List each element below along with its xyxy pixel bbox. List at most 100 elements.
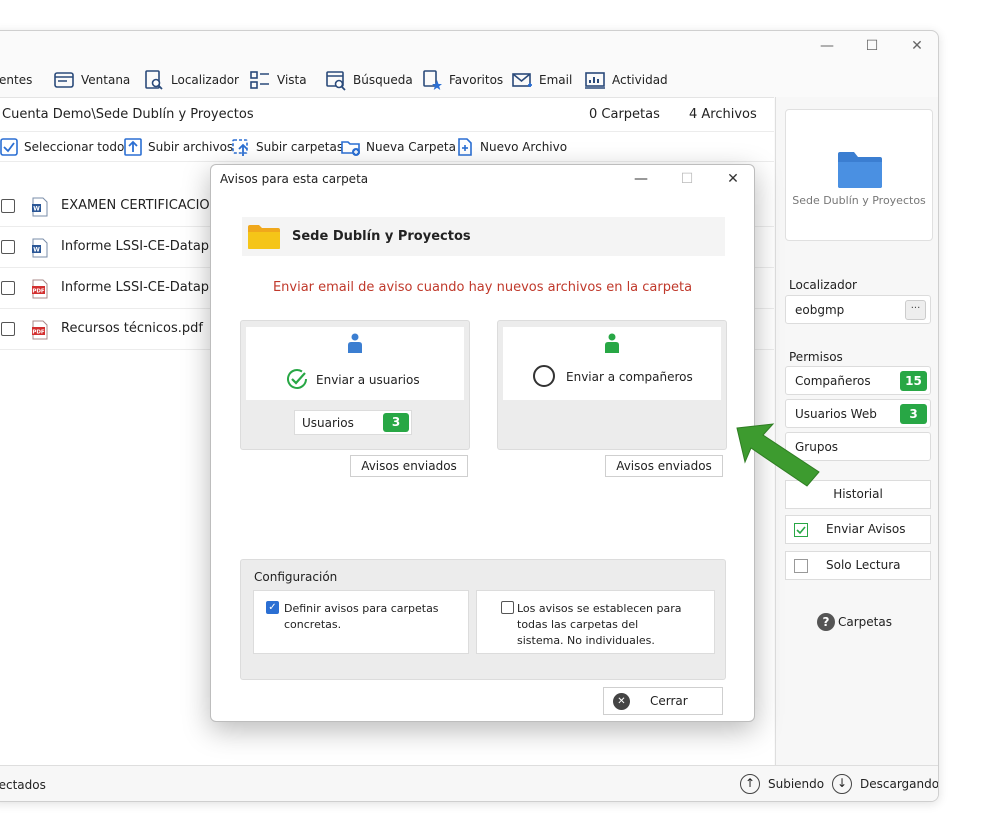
file-count: 4 Archivos [689, 107, 757, 122]
user-icon [605, 333, 619, 353]
partners-option[interactable]: Enviar a compañeros [503, 327, 721, 400]
menu-label: Ventana [81, 73, 131, 87]
folder-icon [248, 225, 280, 249]
config-all-label: Los avisos se establecen para todas las … [517, 602, 682, 647]
view-icon [250, 71, 269, 89]
checked-checkbox-icon[interactable]: ✓ [266, 601, 279, 614]
pdf-file-icon: PDF [32, 320, 48, 340]
upload-folders-icon [232, 139, 248, 156]
config-title: Configuración [254, 570, 338, 584]
upload-files-button[interactable]: Subir archivos [123, 136, 233, 158]
menu-label: Email [539, 73, 573, 87]
word-file-icon: W [32, 197, 48, 217]
usuarios-web-count-badge: 3 [900, 404, 927, 424]
downloading-label: Descargando [860, 777, 939, 791]
unchecked-checkbox-icon[interactable] [501, 601, 514, 614]
folder-header: Sede Dublín y Proyectos [242, 217, 725, 256]
dialog-minimize-button[interactable]: — [627, 168, 655, 190]
close-circle-icon: ✕ [613, 693, 630, 710]
locator-more-button[interactable]: ··· [905, 300, 926, 320]
upload-files-icon [124, 138, 142, 156]
permisos-label: Permisos [789, 350, 843, 364]
user-icon [348, 333, 362, 353]
users-field[interactable]: Usuarios 3 [294, 410, 412, 435]
word-file-icon: W [32, 238, 48, 258]
uploading-status[interactable]: ↑ Subiendo [740, 774, 824, 794]
partners-option-panel: Enviar a compañeros [497, 320, 727, 450]
folder-count: 0 Carpetas [589, 107, 660, 122]
solo-lectura-toggle[interactable]: Solo Lectura [785, 551, 931, 580]
select-all-icon [0, 138, 18, 156]
dialog-title: Avisos para esta carpeta [220, 172, 369, 186]
folder-icon [838, 152, 882, 188]
folder-path: Cuenta Demo\Sede Dublín y Proyectos [2, 107, 254, 122]
enviar-avisos-toggle[interactable]: Enviar Avisos [785, 515, 931, 544]
action-label: Subir archivos [148, 140, 234, 154]
usuarios-web-label: Usuarios Web [795, 407, 877, 421]
file-checkbox[interactable] [1, 322, 15, 336]
solo-lectura-label: Solo Lectura [826, 558, 901, 572]
users-option[interactable]: Enviar a usuarios [246, 327, 464, 400]
connected-status: nectados [0, 778, 46, 792]
menu-ventana[interactable]: Ventana [53, 68, 130, 92]
action-label: Nuevo Archivo [480, 140, 568, 154]
svg-text:PDF: PDF [32, 289, 45, 295]
companeros-item[interactable]: Compañeros 15 [785, 366, 931, 395]
menu-localizador[interactable]: Localizador [143, 68, 239, 92]
upload-folders-button[interactable]: Subir carpetas [231, 136, 343, 158]
menu-vista[interactable]: Vista [249, 68, 307, 92]
menu-favoritos[interactable]: Favoritos [421, 68, 503, 92]
config-all-folders[interactable]: Los avisos se establecen para todas las … [476, 590, 715, 654]
menu-email[interactable]: Email [511, 68, 572, 92]
downloading-status[interactable]: ↓ Descargando [832, 774, 939, 794]
help-carpetas-link[interactable]: ? Carpetas [817, 613, 892, 631]
file-name: EXAMEN CERTIFICACIONE [61, 198, 228, 213]
config-panel: Configuración ✓ Definir avisos para carp… [240, 559, 726, 680]
file-checkbox[interactable] [1, 240, 15, 254]
new-file-button[interactable]: Nuevo Archivo [455, 136, 567, 158]
menu-actividad[interactable]: Actividad [584, 68, 668, 92]
close-button[interactable]: ✕ [902, 35, 932, 57]
window-icon [54, 72, 74, 88]
companeros-label: Compañeros [795, 374, 871, 388]
minimize-button[interactable]: — [812, 35, 842, 57]
partners-option-label: Enviar a compañeros [566, 370, 693, 384]
svg-text:W: W [33, 206, 40, 213]
arrow-up-icon: ↑ [740, 774, 760, 794]
file-name: Recursos técnicos.pdf [61, 321, 203, 336]
new-folder-button[interactable]: Nueva Carpeta [341, 136, 456, 158]
file-name: Informe LSSI-CE-Dataprius [61, 239, 234, 254]
config-specific-folders[interactable]: ✓ Definir avisos para carpetas concretas… [253, 590, 469, 654]
notifications-dialog: Avisos para esta carpeta — ☐ ✕ Sede Dubl… [210, 164, 755, 722]
status-bar: nectados ↑ Subiendo ↓ Descargando [0, 765, 939, 801]
svg-text:PDF: PDF [32, 330, 45, 336]
menu-clientes[interactable]: entes [0, 68, 32, 92]
file-checkbox[interactable] [1, 281, 15, 295]
menu-label: Actividad [612, 73, 668, 87]
path-row: Cuenta Demo\Sede Dublín y Proyectos 0 Ca… [0, 98, 774, 132]
dialog-cerrar-button[interactable]: ✕ Cerrar [603, 687, 723, 715]
menu-label: Favoritos [449, 73, 504, 87]
cerrar-label: Cerrar [650, 694, 688, 708]
select-all-button[interactable]: Seleccionar todo [0, 136, 124, 158]
file-checkbox[interactable] [1, 199, 15, 213]
locator-icon [145, 70, 163, 90]
unchecked-checkbox-icon [794, 559, 808, 573]
new-file-icon [458, 138, 472, 156]
maximize-button[interactable]: ☐ [857, 35, 887, 57]
checked-checkbox-icon [794, 523, 808, 537]
action-label: Nueva Carpeta [366, 140, 456, 154]
menu-label: Vista [277, 73, 307, 87]
menu-label: entes [0, 73, 33, 87]
locator-label: Localizador [789, 278, 857, 292]
menu-busqueda[interactable]: Búsqueda [325, 68, 413, 92]
sent-notices-users-button[interactable]: Avisos enviados [350, 455, 468, 477]
search-icon [326, 71, 346, 91]
users-count-badge: 3 [383, 413, 409, 432]
users-option-panel: Enviar a usuarios Usuarios 3 [240, 320, 470, 450]
sent-notices-partners-button[interactable]: Avisos enviados [605, 455, 723, 477]
arrow-down-icon: ↓ [832, 774, 852, 794]
config-specific-label: Definir avisos para carpetas concretas. [284, 602, 439, 631]
locator-field[interactable]: eobgmp ··· [785, 295, 931, 324]
dialog-close-button[interactable]: ✕ [719, 168, 747, 190]
